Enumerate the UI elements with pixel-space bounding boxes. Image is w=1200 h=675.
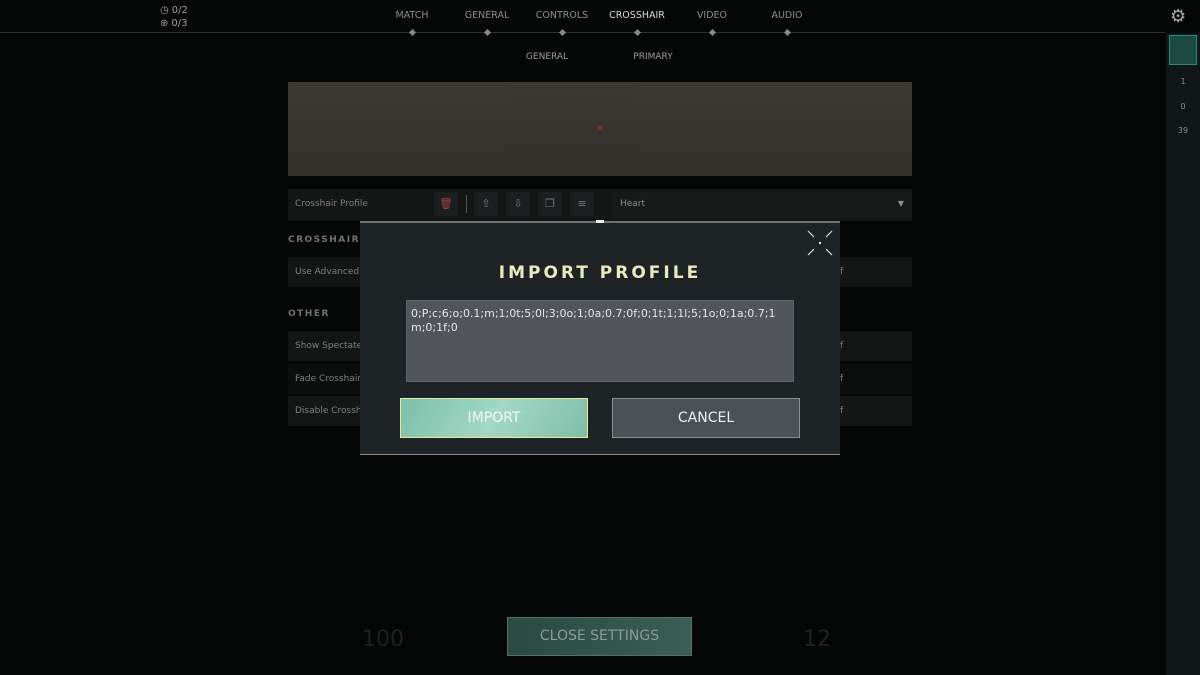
nav-divider [0,32,1166,33]
plus-circle-icon: ⊕ [160,18,169,29]
stat-credits: 39 [1177,126,1189,135]
background-ammo: 12 [803,627,831,652]
section-crosshair: CROSSHAIR [288,235,361,245]
dialog-top-marker [596,220,604,223]
subtab-general[interactable]: GENERAL [507,52,587,62]
tab-marker [558,28,567,37]
chevron-down-icon: ▼ [897,199,904,208]
stat-deaths: 0 [1180,102,1186,111]
profile-select[interactable]: Heart ▼ [612,192,912,218]
toolbar-divider [466,195,467,213]
tab-audio[interactable]: AUDIO [747,10,827,21]
section-other: OTHER [288,309,330,319]
tab-match[interactable]: MATCH [372,10,452,21]
crosshair-dot [598,126,602,130]
clock-icon: ◷ [160,5,169,16]
dialog-title: IMPORT PROFILE [498,263,702,283]
close-settings-button[interactable]: CLOSE SETTINGS [507,617,692,656]
tab-marker [783,28,792,37]
tab-controls[interactable]: CONTROLS [522,10,602,21]
stat-kills: 1 [1180,77,1186,86]
export-icon[interactable]: ⇧ [474,192,498,216]
agent-portrait [1169,35,1197,65]
delete-profile-icon[interactable]: 🗑 [434,192,458,216]
tab-crosshair[interactable]: CROSSHAIR [597,10,677,21]
import-icon[interactable]: ⇩ [506,192,530,216]
import-profile-dialog: IMPORT PROFILE 0;P;c;6;o;0.1;m;1;0t;5;0l… [360,220,840,455]
tab-marker [708,28,717,37]
crosshair-preview [288,82,912,176]
cancel-button[interactable]: CANCEL [612,398,800,438]
profile-code-input[interactable]: 0;P;c;6;o;0.1;m;1;0t;5;0l;3;0o;1;0a;0.7;… [406,300,794,382]
tab-marker [408,28,417,37]
close-icon[interactable] [806,229,834,257]
tab-marker [633,28,642,37]
rename-icon[interactable]: ≡ [570,192,594,216]
spike-counter: ⊕ 0/3 [160,18,188,29]
copy-icon[interactable]: ❐ [538,192,562,216]
scoreboard-sidebar: 1 0 39 [1166,33,1200,675]
tab-general[interactable]: GENERAL [447,10,527,21]
settings-gear-icon[interactable]: ⚙ [1170,6,1186,27]
tab-marker [483,28,492,37]
background-health: 100 [362,627,404,652]
import-button[interactable]: IMPORT [400,398,588,438]
tab-video[interactable]: VIDEO [672,10,752,21]
round-timer-counter: ◷ 0/2 [160,5,188,16]
subtab-primary[interactable]: PRIMARY [613,52,693,62]
